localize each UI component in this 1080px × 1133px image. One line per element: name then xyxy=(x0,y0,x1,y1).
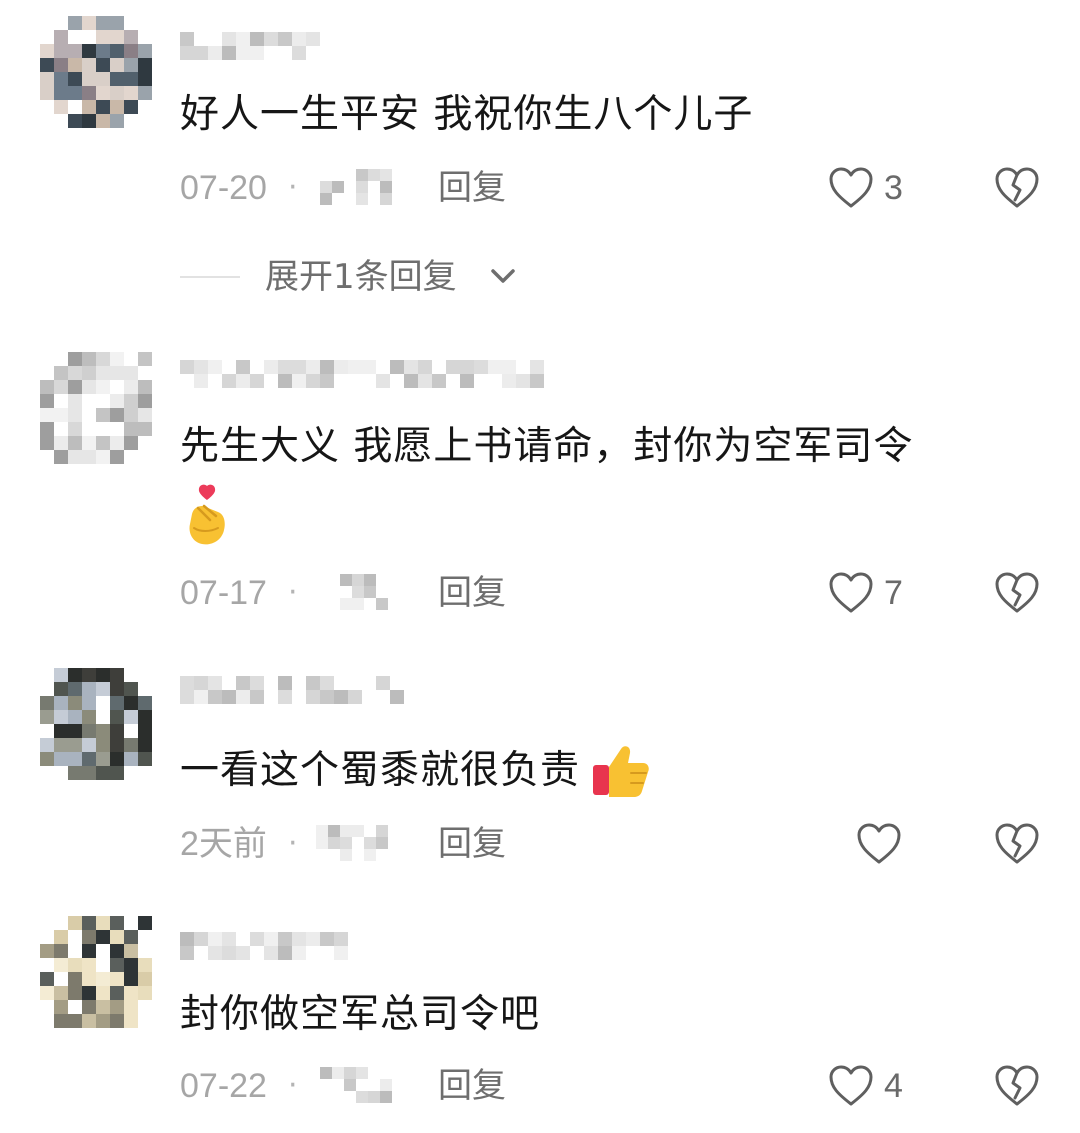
meta-separator: · xyxy=(288,826,298,861)
heart-outline-icon xyxy=(829,1065,873,1106)
comment-text: 封你做空军总司令吧 xyxy=(180,992,541,1037)
comment-meta: 07-20 · 回复 3 xyxy=(180,163,1040,213)
broken-heart-icon[interactable] xyxy=(994,166,1040,210)
comment-meta: 2天前 · 回复 xyxy=(180,819,1040,869)
comment-date: 07-17 xyxy=(180,574,267,612)
heart-outline-icon xyxy=(857,823,901,864)
heart-outline-icon xyxy=(829,167,873,208)
comment-text: 好人一生平安 我祝你生八个儿子 xyxy=(180,92,754,137)
heart-outline-icon xyxy=(829,572,873,613)
comment-date: 2天前 xyxy=(180,825,267,863)
expand-replies-button[interactable]: 展开1条回复 xyxy=(180,252,540,302)
username-blurred[interactable] xyxy=(180,928,360,968)
meta-separator: · xyxy=(288,575,298,610)
expand-divider xyxy=(180,276,240,278)
location-blurred xyxy=(316,574,396,610)
like-button[interactable]: 7 xyxy=(828,568,928,618)
comment-text: 一看这个蜀黍就很负责 xyxy=(180,744,1010,799)
location-blurred xyxy=(320,1067,400,1103)
reply-button[interactable]: 回复 xyxy=(438,1061,506,1111)
avatar[interactable] xyxy=(40,16,152,128)
thumbs-up-emoji xyxy=(593,745,650,797)
username-blurred[interactable] xyxy=(180,672,412,712)
comment-date: 07-20 xyxy=(180,169,267,207)
expand-replies-label: 展开1条回复 xyxy=(265,257,457,297)
username-blurred[interactable] xyxy=(180,28,330,68)
like-button[interactable]: 4 xyxy=(828,1061,928,1111)
meta-separator: · xyxy=(288,1068,298,1103)
like-button[interactable]: 3 xyxy=(828,163,928,213)
reply-button[interactable]: 回复 xyxy=(438,163,506,213)
comment-meta: 07-22 · 回复 4 xyxy=(180,1061,1040,1111)
chevron-down-icon xyxy=(491,269,515,283)
username-blurred[interactable] xyxy=(180,356,550,396)
comment-date: 07-22 xyxy=(180,1067,267,1105)
broken-heart-icon[interactable] xyxy=(994,822,1040,866)
like-count: 4 xyxy=(884,1067,903,1105)
like-count: 7 xyxy=(884,574,903,612)
avatar[interactable] xyxy=(40,352,152,464)
location-blurred xyxy=(316,825,396,861)
finger-heart-emoji xyxy=(189,484,225,545)
reply-button[interactable]: 回复 xyxy=(438,819,506,869)
broken-heart-icon[interactable] xyxy=(994,571,1040,615)
location-blurred xyxy=(320,169,400,205)
broken-heart-icon[interactable] xyxy=(994,1064,1040,1108)
meta-separator: · xyxy=(288,170,298,205)
comment-text: 先生大义 我愿上书请命，封你为空军司令 xyxy=(180,424,914,469)
reply-button[interactable]: 回复 xyxy=(438,568,506,618)
avatar[interactable] xyxy=(40,668,152,780)
comment-meta: 07-17 · 回复 7 xyxy=(180,568,1040,618)
avatar[interactable] xyxy=(40,916,152,1028)
like-count: 3 xyxy=(884,169,903,207)
like-button[interactable] xyxy=(856,819,916,869)
